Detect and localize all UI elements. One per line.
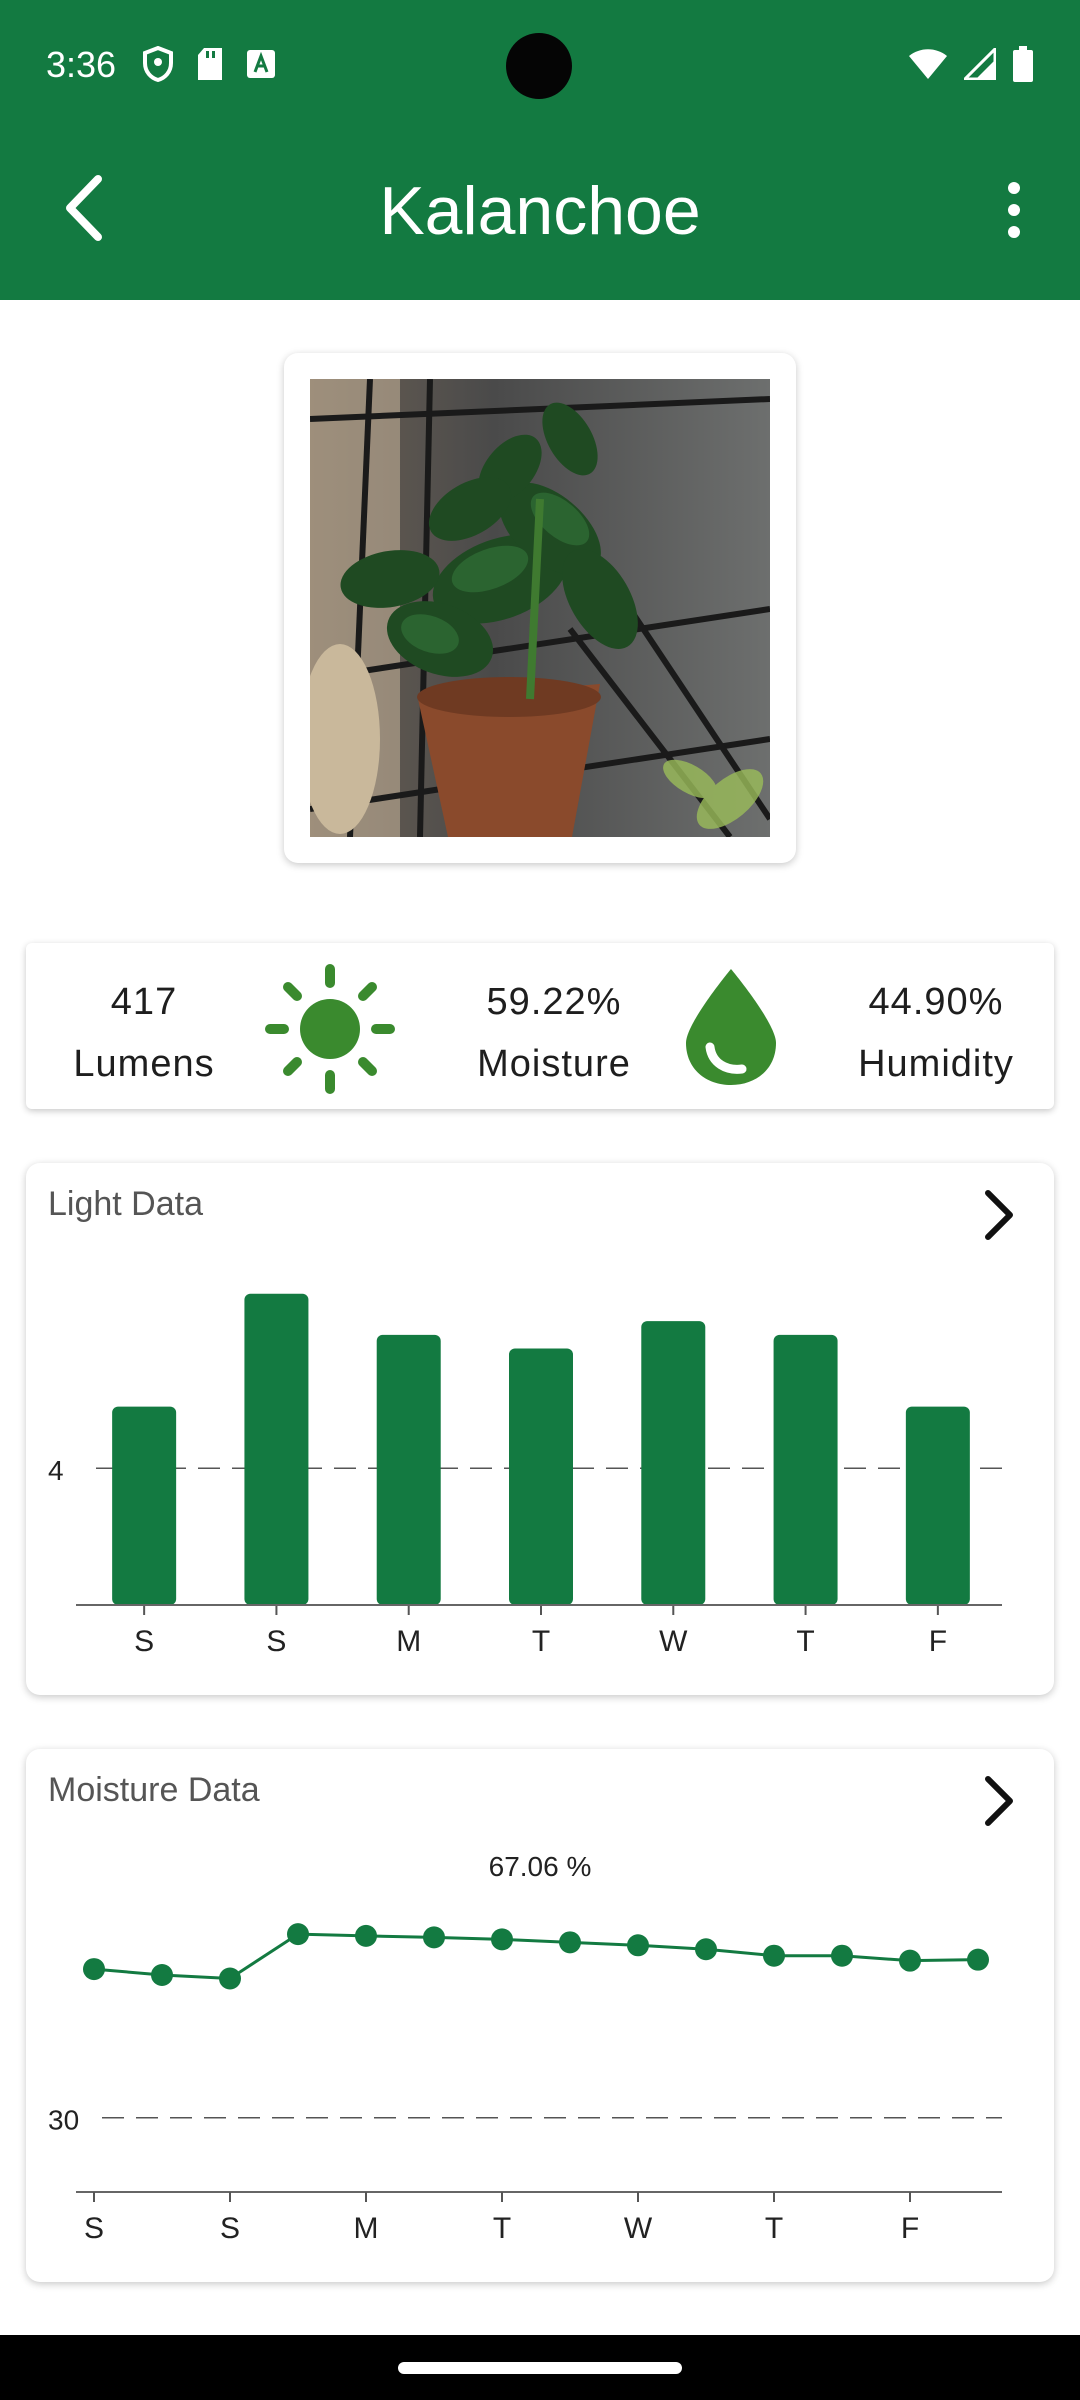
light-details-button[interactable]	[974, 1185, 1024, 1245]
light-bar	[773, 1334, 838, 1605]
battery-icon	[1012, 46, 1034, 87]
moisture-data-card[interactable]: 30 S S M T W T F 67.06 % Moisture Data	[26, 1749, 1054, 2282]
light-bar	[641, 1321, 706, 1605]
chevron-right-icon	[974, 1190, 1024, 1249]
light-bar	[112, 1406, 177, 1605]
moisture-point	[627, 1934, 649, 1957]
moisture-chart: 30 S S M T W T F 67.06 %	[48, 1851, 1002, 2245]
light-x-tick-label: S	[134, 1625, 154, 1658]
moisture-stat: 59.22% Moisture	[434, 971, 674, 1095]
page-title: Kalanchoe	[379, 173, 701, 249]
plant-photo-card[interactable]	[284, 353, 796, 863]
moisture-x-tick-label: F	[901, 2212, 919, 2245]
moisture-point	[151, 1964, 173, 1987]
moisture-reference-label: 30	[48, 2105, 79, 2136]
wifi-icon	[908, 48, 948, 85]
moisture-point	[287, 1923, 309, 1946]
moisture-x-tick-label: S	[220, 2212, 240, 2245]
overflow-menu-button[interactable]	[984, 170, 1044, 250]
moisture-point	[763, 1944, 785, 1967]
moisture-point	[695, 1938, 717, 1961]
moisture-point	[83, 1958, 105, 1981]
moisture-point	[219, 1967, 241, 1990]
moisture-x-tick-label: S	[84, 2212, 104, 2245]
light-reference-label: 4	[48, 1455, 64, 1486]
app-bar: Kalanchoe	[0, 130, 1080, 300]
moisture-point	[355, 1924, 377, 1947]
moisture-point	[559, 1931, 581, 1954]
sd-card-icon	[196, 47, 224, 86]
signal-icon	[961, 45, 997, 85]
light-x-tick-label: F	[929, 1625, 947, 1658]
light-chart-title: Light Data	[48, 1185, 203, 1223]
moisture-x-tick-label: W	[624, 2212, 653, 2245]
moisture-max-annotation: 67.06 %	[489, 1851, 592, 1882]
font-icon	[246, 49, 276, 84]
shield-icon	[142, 45, 174, 87]
light-x-tick-label: T	[532, 1625, 550, 1658]
humidity-stat: 44.90% Humidity	[826, 971, 1046, 1095]
status-icons-left	[142, 45, 276, 87]
moisture-point	[899, 1949, 921, 1972]
moisture-x-tick-label: M	[354, 2212, 379, 2245]
light-data-card[interactable]: 4 S S M T W T F Light Data	[26, 1163, 1054, 1695]
more-vert-icon	[1008, 182, 1020, 194]
moisture-x-tick-label: T	[765, 2212, 783, 2245]
status-time: 3:36	[46, 44, 117, 85]
more-vert-icon-dot	[1008, 204, 1020, 216]
water-drop-icon	[676, 965, 786, 1094]
home-gesture-handle[interactable]	[398, 2362, 682, 2374]
light-chart: 4 S S M T W T F	[48, 1293, 1002, 1658]
humidity-value: 44.90%	[868, 981, 1004, 1023]
light-value: 417	[110, 981, 178, 1023]
light-x-tick-label: W	[659, 1625, 688, 1658]
moisture-point	[423, 1926, 445, 1949]
moisture-value: 59.22%	[486, 981, 622, 1023]
light-x-tick-label: M	[396, 1625, 421, 1658]
moisture-details-button[interactable]	[974, 1771, 1024, 1831]
moisture-point	[491, 1928, 513, 1951]
moisture-chart-title: Moisture Data	[48, 1771, 260, 1809]
moisture-x-tick-label: T	[493, 2212, 511, 2245]
light-bar	[509, 1348, 573, 1605]
sensor-stats-card: 417 Lumens 59.22% Moisture 44.90% Humidi…	[26, 943, 1054, 1109]
status-bar: 3:36	[0, 0, 1080, 130]
moisture-point	[967, 1948, 989, 1971]
status-icons-right	[908, 45, 1034, 87]
light-bar	[905, 1406, 970, 1605]
light-bar	[376, 1334, 441, 1605]
light-bar	[244, 1293, 309, 1605]
humidity-label: Humidity	[858, 1043, 1014, 1085]
light-label: Lumens	[73, 1043, 215, 1085]
chevron-right-icon	[974, 1776, 1024, 1835]
moisture-label: Moisture	[477, 1043, 631, 1085]
moisture-point	[831, 1944, 853, 1967]
light-x-tick-label: T	[796, 1625, 814, 1658]
sun-icon	[264, 963, 396, 1100]
light-x-tick-label: S	[266, 1625, 286, 1658]
camera-cutout	[506, 33, 572, 99]
plant-photo	[310, 379, 770, 837]
light-stat: 417 Lumens	[44, 971, 244, 1095]
more-vert-icon-dot	[1008, 226, 1020, 238]
